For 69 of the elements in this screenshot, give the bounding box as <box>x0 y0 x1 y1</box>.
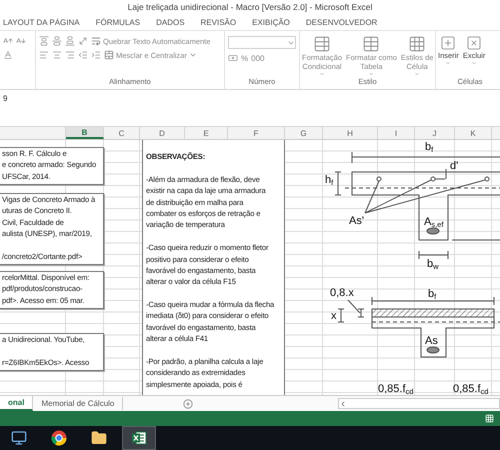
block-depth-label: 0,8.x <box>330 287 354 299</box>
ribbon-tab[interactable]: LAYOUT DA PÁGINA <box>2 18 89 26</box>
table-style-icon <box>408 35 426 53</box>
circle-logo-icon <box>51 430 67 446</box>
formula-value[interactable]: 9 <box>3 94 8 103</box>
stress-label: 0,85.f$_{cd}$ <box>453 383 488 398</box>
column-header[interactable]: K <box>455 127 492 139</box>
taskbar-button[interactable] <box>122 426 156 450</box>
font-grow-icon[interactable] <box>3 36 13 46</box>
ribbon-tab[interactable]: EXIBIÇÃO <box>251 18 299 26</box>
caret-icon <box>414 71 420 77</box>
ribbon-tab[interactable]: DESENVOLVEDOR <box>304 18 386 26</box>
align-middle-icon[interactable] <box>52 36 62 46</box>
neutral-axis-label: x <box>331 310 336 322</box>
orientation-icon[interactable] <box>78 36 88 46</box>
column-header[interactable]: E <box>185 127 228 139</box>
spreadsheet-icon <box>131 430 147 446</box>
caret-icon <box>368 71 374 77</box>
indent-decrease-icon[interactable] <box>78 50 88 60</box>
flange-height-label: h$_{f}$ <box>325 174 334 189</box>
caret-icon <box>445 60 452 66</box>
folder-icon <box>91 430 107 446</box>
sheet-tab[interactable]: Memorial de Cálculo <box>33 397 124 410</box>
delete-cells-icon <box>466 35 482 51</box>
align-top-icon[interactable] <box>39 36 49 46</box>
merge-cells-icon <box>104 50 114 60</box>
percent-style-button[interactable]: % <box>241 54 248 62</box>
currency-icon[interactable] <box>228 53 238 63</box>
caret-icon <box>188 51 197 59</box>
align-right-icon[interactable] <box>65 50 75 60</box>
table-style-icon <box>362 35 380 53</box>
column-header[interactable]: I <box>378 127 415 139</box>
effective-steel-label: A$_{s,ef}$ <box>424 216 444 231</box>
ribbon-tab[interactable]: REVISÃO <box>200 18 246 26</box>
column-header[interactable]: C <box>104 127 140 139</box>
caret-icon <box>319 71 326 77</box>
horizontal-scrollbar[interactable] <box>338 398 500 409</box>
flange-width-label: b$_{f}$ <box>425 141 434 156</box>
wrap-text-icon <box>91 36 101 46</box>
ribbon-tab[interactable]: FÓRMULAS <box>94 18 150 26</box>
comma-style-button[interactable]: 000 <box>251 54 264 62</box>
column-header[interactable]: H <box>323 127 378 139</box>
column-header[interactable]: B <box>66 127 104 139</box>
computer-icon <box>11 430 27 446</box>
column-header[interactable]: G <box>285 127 323 139</box>
table-style-icon <box>313 35 332 53</box>
top-steel-label: As' <box>349 215 364 227</box>
window-title: Laje treliçada unidirecional - Macro [Versão 2.0] - Microsoft Excel <box>126 1 374 14</box>
sheet-tab[interactable]: onal <box>0 396 34 411</box>
ribbon-tab[interactable]: DADOS <box>155 18 194 26</box>
caret-icon <box>471 60 478 66</box>
web-width-label: b$_{w}$ <box>427 258 439 273</box>
font-shrink-icon[interactable] <box>16 36 26 46</box>
font-color-icon[interactable] <box>3 50 13 60</box>
normal-view-icon[interactable] <box>485 414 494 423</box>
scroll-left-icon <box>339 400 347 408</box>
align-center-icon[interactable] <box>52 50 62 60</box>
stress-label: 0,85.f$_{cd}$ <box>378 383 414 398</box>
align-bottom-icon[interactable] <box>65 36 75 46</box>
cover-label: d' <box>450 160 458 172</box>
steel-area-label: As <box>425 335 438 347</box>
column-header[interactable]: J <box>415 127 455 139</box>
column-header[interactable]: D <box>140 127 185 139</box>
insert-cells-icon <box>440 35 456 51</box>
align-left-icon[interactable] <box>39 50 49 60</box>
add-sheet-icon[interactable] <box>183 398 194 408</box>
column-header[interactable]: F <box>228 127 285 139</box>
indent-increase-icon[interactable] <box>91 50 101 60</box>
flange-width-label: b$_{f}$ <box>428 288 436 303</box>
